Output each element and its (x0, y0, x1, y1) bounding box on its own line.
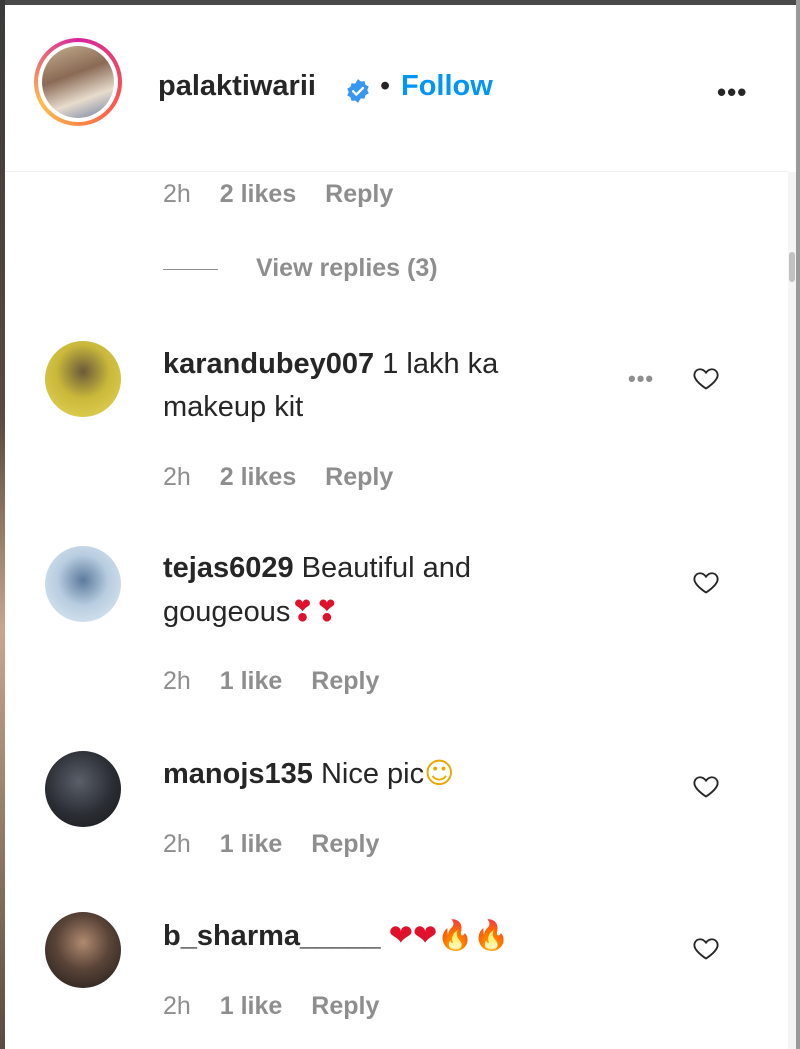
comment-meta: 2h 1 like Reply (163, 830, 401, 859)
comment-meta: 2h 1 like Reply (163, 992, 401, 1021)
comment-likes[interactable]: 1 like (220, 992, 283, 1020)
author-avatar[interactable] (34, 38, 122, 126)
commenter-username[interactable]: tejas6029 (163, 552, 294, 584)
verified-badge-icon (347, 79, 369, 103)
commenter-avatar[interactable] (45, 341, 121, 417)
comment-time: 2h (163, 830, 191, 858)
window-right-edge (796, 0, 800, 1049)
reply-button[interactable]: Reply (311, 667, 379, 695)
comment-meta: 2h 2 likes Reply (163, 463, 415, 492)
separator-dot: • (380, 70, 391, 102)
follow-button[interactable]: Follow (401, 70, 493, 103)
comment-likes[interactable]: 1 like (220, 830, 283, 858)
scrollbar-track[interactable] (788, 172, 796, 1049)
comment-body: manojs135 Nice pic☺ (163, 756, 455, 790)
comment-likes[interactable]: 2 likes (220, 180, 296, 208)
commenter-avatar[interactable] (45, 912, 121, 988)
commenter-username[interactable]: b_sharma_____ (163, 920, 381, 952)
commenter-avatar[interactable] (45, 546, 121, 622)
comment-body: tejas6029 Beautiful and gougeous❣❣ (163, 552, 471, 628)
author-username[interactable]: palaktiwarii (158, 70, 316, 103)
heart-outline-icon[interactable] (692, 364, 720, 392)
commenter-avatar[interactable] (45, 751, 121, 827)
comment-time: 2h (163, 992, 191, 1020)
scrollbar-thumb[interactable] (789, 252, 795, 282)
comment-likes[interactable]: 1 like (220, 667, 283, 695)
comment-meta: 2h 2 likes Reply (163, 180, 415, 209)
heart-exclamation-emoji: ❣❣ (290, 594, 340, 628)
hugging-face-emoji: ☺ (424, 756, 455, 790)
heart-outline-icon[interactable] (692, 772, 720, 800)
reply-button[interactable]: Reply (325, 463, 393, 491)
commenter-username[interactable]: manojs135 (163, 758, 313, 790)
post-header (5, 5, 788, 172)
reply-button[interactable]: Reply (325, 180, 393, 208)
heart-outline-icon[interactable] (692, 934, 720, 962)
commenter-username[interactable]: karandubey007 (163, 348, 374, 380)
comment-meta: 2h 1 like Reply (163, 667, 401, 696)
more-options-icon[interactable]: ••• (717, 77, 747, 108)
comment-likes[interactable]: 2 likes (220, 463, 296, 491)
comment-time: 2h (163, 463, 191, 491)
reply-button[interactable]: Reply (311, 830, 379, 858)
reply-button[interactable]: Reply (311, 992, 379, 1020)
comment-body: karandubey007 1 lakh ka makeup kit (163, 348, 499, 423)
comment-more-icon[interactable]: ••• (628, 366, 654, 392)
comment-time: 2h (163, 180, 191, 208)
comment-body: b_sharma_____ ❤❤🔥🔥 (163, 914, 573, 958)
view-replies-button[interactable]: View replies (3) (163, 254, 438, 283)
red-heart-emoji: ❤❤ (388, 918, 438, 952)
fire-emoji: 🔥🔥 (437, 918, 510, 952)
comment-time: 2h (163, 667, 191, 695)
heart-outline-icon[interactable] (692, 568, 720, 596)
replies-divider (163, 268, 218, 270)
